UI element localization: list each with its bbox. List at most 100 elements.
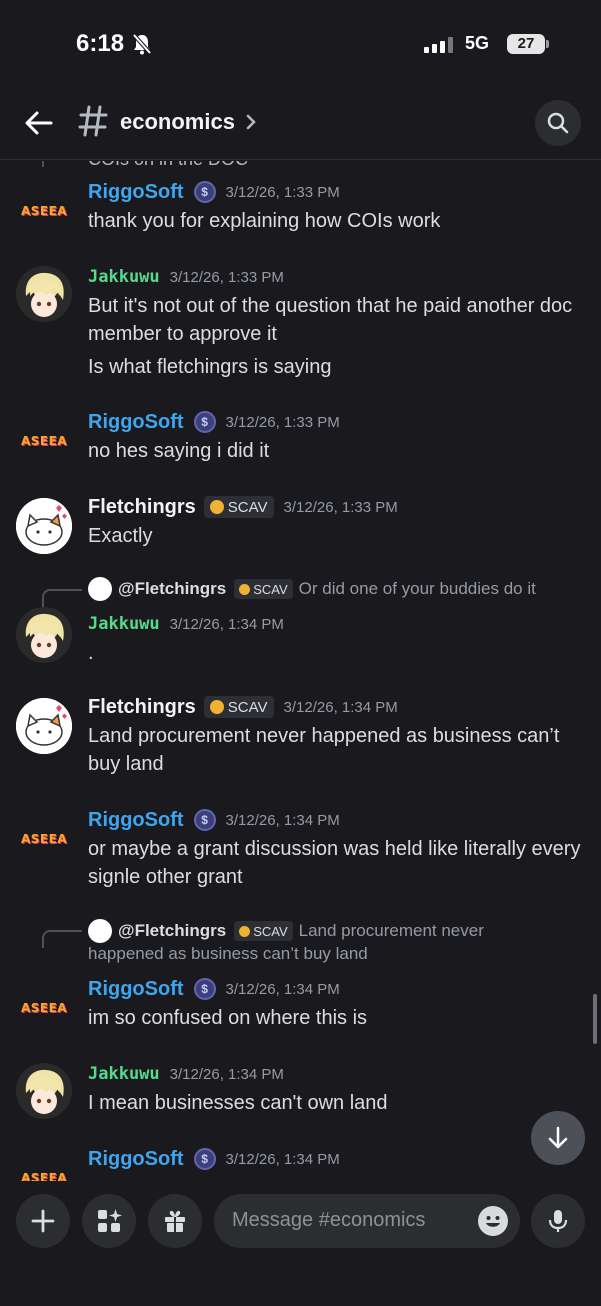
reply-tag-label: SCAV xyxy=(253,581,288,597)
avatar[interactable]: ASEEA xyxy=(16,183,72,239)
avatar-logo-text: ASEEA xyxy=(20,1001,68,1015)
avatar[interactable] xyxy=(16,698,72,754)
timestamp: 3/12/26, 1:34 PM xyxy=(169,615,284,633)
reply-clan-tag: SCAV xyxy=(234,921,293,941)
gift-button[interactable] xyxy=(148,1194,202,1248)
message-text: But it's not out of the question that he… xyxy=(88,295,573,345)
bell-off-icon xyxy=(132,33,152,55)
channel-header: economics xyxy=(0,90,601,160)
reply-avatar xyxy=(88,919,112,943)
avatar[interactable]: ASEEA xyxy=(16,980,72,1036)
username[interactable]: RiggoSoft xyxy=(88,809,184,832)
timestamp: 3/12/26, 1:33 PM xyxy=(225,183,340,201)
avatar[interactable] xyxy=(16,266,72,322)
smile-icon xyxy=(486,1216,500,1227)
coin-badge-icon: $ xyxy=(193,411,216,433)
timestamp: 3/12/26, 1:34 PM xyxy=(225,1150,340,1168)
arrow-down-icon xyxy=(548,1126,568,1149)
channel-name[interactable]: economics xyxy=(120,109,235,135)
coin-badge-icon: $ xyxy=(193,181,216,203)
timestamp: 3/12/26, 1:34 PM xyxy=(283,698,398,716)
avatar-logo-text: ASEEA xyxy=(20,1171,68,1181)
battery-icon: 27 xyxy=(507,34,545,54)
status-time: 6:18 xyxy=(76,30,125,57)
jump-to-present-button[interactable] xyxy=(531,1111,585,1165)
avatar[interactable]: ASEEA xyxy=(16,413,72,469)
apps-button[interactable] xyxy=(82,1194,136,1248)
gift-icon xyxy=(165,1210,185,1232)
clan-tag: SCAV xyxy=(203,496,274,518)
username[interactable]: RiggoSoft xyxy=(88,181,184,204)
voice-message-button[interactable] xyxy=(531,1194,585,1248)
add-button[interactable] xyxy=(16,1194,70,1248)
reply-text: Land procurement never xyxy=(298,921,484,940)
username[interactable]: Jakkuwu xyxy=(88,1064,160,1084)
reply-tag-label: SCAV xyxy=(253,923,288,939)
clan-tag: SCAV xyxy=(203,696,274,718)
avatar-logo-text: ASEEA xyxy=(20,204,68,218)
avatar[interactable] xyxy=(16,607,72,663)
message-text: no hes saying i did it xyxy=(88,440,270,462)
avatar-logo-text: ASEEA xyxy=(20,434,68,448)
skull-icon xyxy=(209,500,224,514)
avatar-logo-text: ASEEA xyxy=(20,832,68,846)
clan-tag-label: SCAV xyxy=(227,498,268,516)
microphone-icon xyxy=(548,1210,568,1232)
cat-avatar-icon xyxy=(16,698,72,754)
message-text: I mean businesses can't own land xyxy=(88,1092,388,1114)
network-label: 5G xyxy=(465,33,490,53)
timestamp: 3/12/26, 1:33 PM xyxy=(225,413,340,431)
anime-avatar-icon xyxy=(16,1063,72,1119)
reply-connector xyxy=(42,589,82,607)
back-arrow-icon[interactable] xyxy=(24,108,54,138)
message-input[interactable]: Message #economics xyxy=(214,1194,520,1248)
anime-avatar-icon xyxy=(16,266,72,322)
reply-clan-tag: SCAV xyxy=(234,579,293,599)
reply-connector xyxy=(42,930,82,948)
timestamp: 3/12/26, 1:34 PM xyxy=(169,1065,284,1083)
coin-badge-icon: $ xyxy=(193,809,216,831)
message-text: thank you for explaining how COIs work xyxy=(88,210,441,232)
status-bar: 6:18 5G 27 xyxy=(0,0,601,90)
battery-tip xyxy=(546,40,549,48)
message-text: Land procurement never happened as busin… xyxy=(88,725,560,775)
chevron-right-icon[interactable] xyxy=(244,112,258,132)
avatar[interactable]: ASEEA xyxy=(16,1150,72,1181)
clan-tag-label: SCAV xyxy=(227,698,268,716)
reply-author[interactable]: @Fletchingrs xyxy=(118,579,226,599)
message-composer: Message #economics xyxy=(0,1181,601,1306)
cat-avatar-icon xyxy=(16,498,72,554)
message-text: Is what fletchingrs is saying xyxy=(88,356,332,378)
hash-icon xyxy=(78,105,108,137)
timestamp: 3/12/26, 1:33 PM xyxy=(283,498,398,516)
username[interactable]: RiggoSoft xyxy=(88,978,184,1001)
message-text: . xyxy=(88,642,94,664)
username[interactable]: Jakkuwu xyxy=(88,267,160,287)
avatar[interactable] xyxy=(16,498,72,554)
reply-preview[interactable]: @Fletchingrs SCAV Or did one of your bud… xyxy=(88,577,536,601)
skull-icon xyxy=(239,583,251,595)
plus-icon xyxy=(31,1209,55,1233)
reply-avatar xyxy=(88,577,112,601)
username[interactable]: Fletchingrs xyxy=(88,696,196,719)
skull-icon xyxy=(209,700,224,714)
message-list[interactable]: COIs on in the DOC ASEEA RiggoSoft $ 3/1… xyxy=(0,161,601,1181)
username[interactable]: Fletchingrs xyxy=(88,496,196,519)
reply-author[interactable]: @Fletchingrs xyxy=(118,921,226,941)
timestamp: 3/12/26, 1:33 PM xyxy=(169,268,284,286)
search-button[interactable] xyxy=(535,100,581,146)
emoji-icon[interactable] xyxy=(478,1206,508,1236)
avatar[interactable] xyxy=(16,1063,72,1119)
scrollbar[interactable] xyxy=(593,994,597,1044)
thread-line xyxy=(42,161,44,167)
username[interactable]: Jakkuwu xyxy=(88,614,160,634)
message-input-placeholder: Message #economics xyxy=(232,1209,426,1231)
message-text: Exactly xyxy=(88,525,153,547)
reply-preview[interactable]: @Fletchingrs SCAV Land procurement never xyxy=(88,919,484,943)
avatar[interactable]: ASEEA xyxy=(16,811,72,867)
username[interactable]: RiggoSoft xyxy=(88,411,184,434)
anime-avatar-icon xyxy=(16,607,72,663)
cut-off-text: COIs on in the DOC xyxy=(88,161,583,173)
username[interactable]: RiggoSoft xyxy=(88,1148,184,1171)
message-text: or maybe a grant discussion was held lik… xyxy=(88,838,581,888)
